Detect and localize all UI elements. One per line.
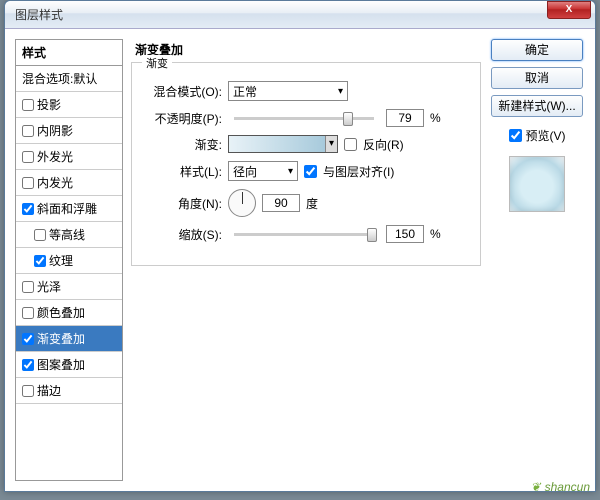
gradient-picker[interactable] <box>228 135 338 153</box>
blend-options-row[interactable]: 混合选项:默认 <box>16 66 122 92</box>
style-item-checkbox[interactable] <box>22 99 34 111</box>
dialog-content: 样式 混合选项:默认 投影内阴影外发光内发光斜面和浮雕等高线纹理光泽颜色叠加渐变… <box>5 29 595 491</box>
style-item-checkbox[interactable] <box>22 385 34 397</box>
buttons-panel: 确定 取消 新建样式(W)... 预览(V) <box>489 39 585 481</box>
scale-value[interactable]: 150 <box>386 225 424 243</box>
opacity-label: 不透明度(P): <box>144 110 222 127</box>
scale-slider[interactable] <box>234 233 374 236</box>
style-item-checkbox[interactable] <box>22 151 34 163</box>
watermark-text: shancun <box>545 480 590 494</box>
style-item-label: 描边 <box>37 382 61 399</box>
style-item-4[interactable]: 斜面和浮雕 <box>16 196 122 222</box>
angle-value[interactable]: 90 <box>262 194 300 212</box>
style-item-label: 纹理 <box>49 252 73 269</box>
style-item-checkbox[interactable] <box>34 229 46 241</box>
style-item-7[interactable]: 光泽 <box>16 274 122 300</box>
blend-mode-select[interactable]: 正常 <box>228 81 348 101</box>
style-value: 径向 <box>233 163 257 180</box>
group-legend: 渐变 <box>142 55 172 71</box>
reverse-label: 反向(R) <box>363 136 404 153</box>
panel-title: 渐变叠加 <box>135 41 481 58</box>
style-label: 样式(L): <box>144 163 222 180</box>
style-item-checkbox[interactable] <box>22 203 34 215</box>
style-item-checkbox[interactable] <box>22 281 34 293</box>
blend-mode-label: 混合模式(O): <box>144 83 222 100</box>
style-item-label: 图案叠加 <box>37 356 85 373</box>
blend-options-label: 混合选项:默认 <box>22 70 97 87</box>
style-item-label: 外发光 <box>37 148 73 165</box>
ok-button[interactable]: 确定 <box>491 39 583 61</box>
scale-label: 缩放(S): <box>144 226 222 243</box>
layer-style-dialog: 图层样式 X 样式 混合选项:默认 投影内阴影外发光内发光斜面和浮雕等高线纹理光… <box>4 0 596 492</box>
style-item-checkbox[interactable] <box>22 333 34 345</box>
style-item-9[interactable]: 渐变叠加 <box>16 326 122 352</box>
style-item-checkbox[interactable] <box>22 177 34 189</box>
style-item-label: 颜色叠加 <box>37 304 85 321</box>
style-item-11[interactable]: 描边 <box>16 378 122 404</box>
style-item-label: 投影 <box>37 96 61 113</box>
style-item-label: 内发光 <box>37 174 73 191</box>
opacity-value[interactable]: 79 <box>386 109 424 127</box>
style-item-checkbox[interactable] <box>22 307 34 319</box>
style-select[interactable]: 径向 <box>228 161 298 181</box>
blend-mode-value: 正常 <box>233 83 257 100</box>
reverse-checkbox[interactable] <box>344 138 357 151</box>
close-button[interactable]: X <box>547 1 591 19</box>
style-item-label: 渐变叠加 <box>37 330 85 347</box>
style-item-checkbox[interactable] <box>22 125 34 137</box>
preview-checkbox[interactable] <box>509 129 522 142</box>
align-checkbox[interactable] <box>304 165 317 178</box>
style-item-label: 内阴影 <box>37 122 73 139</box>
style-item-label: 等高线 <box>49 226 85 243</box>
style-item-label: 光泽 <box>37 278 61 295</box>
opacity-slider[interactable] <box>234 117 374 120</box>
styles-header: 样式 <box>16 40 122 66</box>
style-item-3[interactable]: 内发光 <box>16 170 122 196</box>
settings-panel: 渐变叠加 渐变 混合模式(O): 正常 不透明度(P): 79 % 渐变: <box>131 39 481 481</box>
style-item-8[interactable]: 颜色叠加 <box>16 300 122 326</box>
opacity-unit: % <box>430 111 441 125</box>
cancel-button[interactable]: 取消 <box>491 67 583 89</box>
leaf-icon: ❦ <box>531 480 541 494</box>
align-label: 与图层对齐(I) <box>323 163 394 180</box>
angle-dial[interactable] <box>228 189 256 217</box>
style-item-6[interactable]: 纹理 <box>16 248 122 274</box>
watermark: ❦ shancun <box>531 478 590 494</box>
style-item-2[interactable]: 外发光 <box>16 144 122 170</box>
style-item-0[interactable]: 投影 <box>16 92 122 118</box>
window-title: 图层样式 <box>15 6 547 23</box>
style-item-checkbox[interactable] <box>22 359 34 371</box>
angle-unit: 度 <box>306 195 318 212</box>
style-item-label: 斜面和浮雕 <box>37 200 97 217</box>
angle-label: 角度(N): <box>144 195 222 212</box>
titlebar[interactable]: 图层样式 X <box>5 1 595 29</box>
style-item-checkbox[interactable] <box>34 255 46 267</box>
gradient-label: 渐变: <box>144 136 222 153</box>
new-style-button[interactable]: 新建样式(W)... <box>491 95 583 117</box>
styles-list: 样式 混合选项:默认 投影内阴影外发光内发光斜面和浮雕等高线纹理光泽颜色叠加渐变… <box>15 39 123 481</box>
gradient-group: 渐变 混合模式(O): 正常 不透明度(P): 79 % 渐变: <box>131 62 481 266</box>
preview-swatch <box>509 156 565 212</box>
style-item-1[interactable]: 内阴影 <box>16 118 122 144</box>
scale-unit: % <box>430 227 441 241</box>
style-item-5[interactable]: 等高线 <box>16 222 122 248</box>
style-item-10[interactable]: 图案叠加 <box>16 352 122 378</box>
preview-label: 预览(V) <box>526 127 566 144</box>
